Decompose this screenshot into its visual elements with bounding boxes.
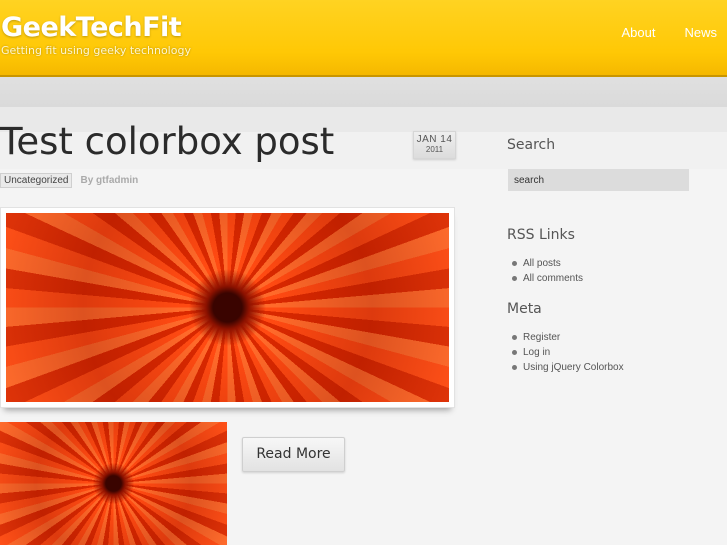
site-title[interactable]: GeekTechFit (1, 12, 182, 43)
read-more-button[interactable]: Read More (242, 437, 345, 472)
featured-image[interactable] (6, 213, 449, 402)
bullet-icon (512, 276, 517, 281)
post-thumbnail[interactable] (0, 422, 227, 545)
post-title[interactable]: Test colorbox post (0, 120, 334, 163)
featured-image-frame (0, 207, 455, 408)
meta-link-login[interactable]: Log in (512, 345, 624, 360)
post-meta: Uncategorized By gtfadmin (0, 173, 138, 188)
bullet-icon (512, 335, 517, 340)
post-date-day: JAN 14 (416, 134, 453, 145)
header-band (0, 77, 727, 108)
post-date-badge: JAN 14 2011 (413, 131, 456, 159)
meta-link-register[interactable]: Register (512, 330, 624, 345)
category-tag[interactable]: Uncategorized (0, 173, 73, 188)
bullet-icon (512, 365, 517, 370)
search-input[interactable] (508, 169, 689, 191)
rss-link-label: All comments (523, 273, 584, 284)
meta-links-list: Register Log in Using jQuery Colorbox (512, 330, 624, 375)
rss-link-all-comments[interactable]: All comments (512, 271, 583, 286)
meta-link-label: Using jQuery Colorbox (523, 362, 624, 373)
rss-links-list: All posts All comments (512, 256, 583, 286)
post-author: By gtfadmin (80, 175, 139, 186)
site-tagline: Getting fit using geeky technology (1, 44, 191, 57)
rss-heading: RSS Links (507, 227, 575, 243)
nav-item-about[interactable]: About (622, 25, 656, 40)
bullet-icon (512, 261, 517, 266)
search-heading: Search (507, 137, 556, 153)
site-header: GeekTechFit Getting fit using geeky tech… (0, 0, 727, 77)
meta-heading: Meta (507, 301, 542, 317)
meta-link-colorbox[interactable]: Using jQuery Colorbox (512, 360, 624, 375)
bullet-icon (512, 350, 517, 355)
rss-link-all-posts[interactable]: All posts (512, 256, 583, 271)
meta-link-label: Log in (523, 347, 551, 358)
nav-item-news[interactable]: News (684, 25, 717, 40)
meta-link-label: Register (523, 332, 561, 343)
post-date-year: 2011 (425, 145, 444, 154)
main-nav: About News (622, 25, 718, 40)
rss-link-label: All posts (523, 258, 561, 269)
